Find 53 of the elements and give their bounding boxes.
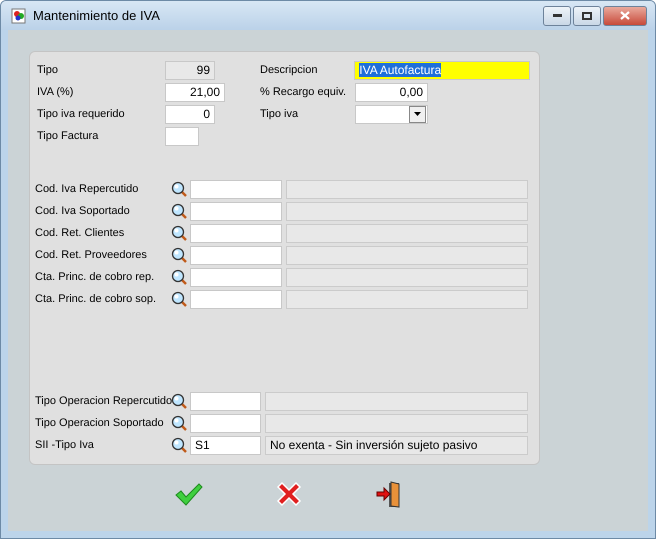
search-icon[interactable]	[171, 290, 188, 308]
input-field[interactable]: 0,00	[355, 82, 428, 102]
caret-icon	[414, 112, 421, 116]
maximize-button[interactable]	[573, 6, 601, 26]
input-field[interactable]	[190, 414, 261, 432]
exit-door-icon	[376, 480, 402, 508]
search-icon[interactable]	[171, 224, 188, 242]
description-field: No exenta - Sin inversión sujeto pasivo	[265, 436, 528, 454]
field-label: Tipo iva requerido	[37, 108, 126, 120]
close-icon	[276, 481, 302, 507]
field-label: Tipo iva	[260, 108, 300, 120]
search-icon[interactable]	[171, 202, 188, 220]
search-icon[interactable]	[171, 268, 188, 286]
input-field[interactable]	[190, 246, 282, 264]
input-field[interactable]: 99	[165, 60, 215, 80]
checkmark-icon	[175, 482, 203, 506]
cancel-button[interactable]	[274, 479, 304, 509]
field-label: Cta. Princ. de cobro rep.	[35, 271, 156, 283]
maximize-icon	[582, 12, 592, 20]
dropdown[interactable]	[355, 104, 428, 124]
input-field[interactable]	[190, 268, 282, 286]
input-field[interactable]: 21,00	[165, 82, 225, 102]
minimize-button[interactable]	[543, 6, 571, 26]
field-label: Descripcion	[260, 64, 318, 76]
field-label: Tipo Factura	[37, 130, 100, 142]
field-label: SII -Tipo Iva	[35, 439, 95, 451]
field-label: Cod. Iva Repercutido	[35, 183, 140, 195]
search-icon[interactable]	[171, 436, 188, 454]
field-label: Tipo	[37, 64, 59, 76]
search-icon[interactable]	[171, 392, 188, 410]
input-field[interactable]	[165, 126, 199, 146]
field-label: % Recargo equiv.	[260, 86, 348, 98]
input-field[interactable]	[190, 224, 282, 242]
search-icon[interactable]	[171, 246, 188, 264]
field-label: IVA (%)	[37, 86, 74, 98]
field-label: Cta. Princ. de cobro sop.	[35, 293, 158, 305]
close-button[interactable]	[603, 6, 647, 26]
close-icon	[620, 11, 630, 20]
field-label: Tipo Operacion Soportado	[35, 417, 165, 429]
search-icon[interactable]	[171, 180, 188, 198]
input-field[interactable]	[190, 202, 282, 220]
field-label: Cod. Ret. Proveedores	[35, 249, 148, 261]
minimize-icon	[552, 14, 562, 17]
input-field[interactable]	[190, 180, 282, 198]
input-field[interactable]: 0	[165, 104, 215, 124]
field-label: Cod. Ret. Clientes	[35, 227, 126, 239]
input-field[interactable]	[190, 392, 261, 410]
input-field[interactable]: S1	[190, 436, 261, 454]
window-title: Mantenimiento de IVA	[33, 8, 161, 23]
app-icon	[11, 8, 27, 24]
input-field[interactable]	[190, 290, 282, 308]
field-label: Cod. Iva Soportado	[35, 205, 131, 217]
search-icon[interactable]	[171, 414, 188, 432]
